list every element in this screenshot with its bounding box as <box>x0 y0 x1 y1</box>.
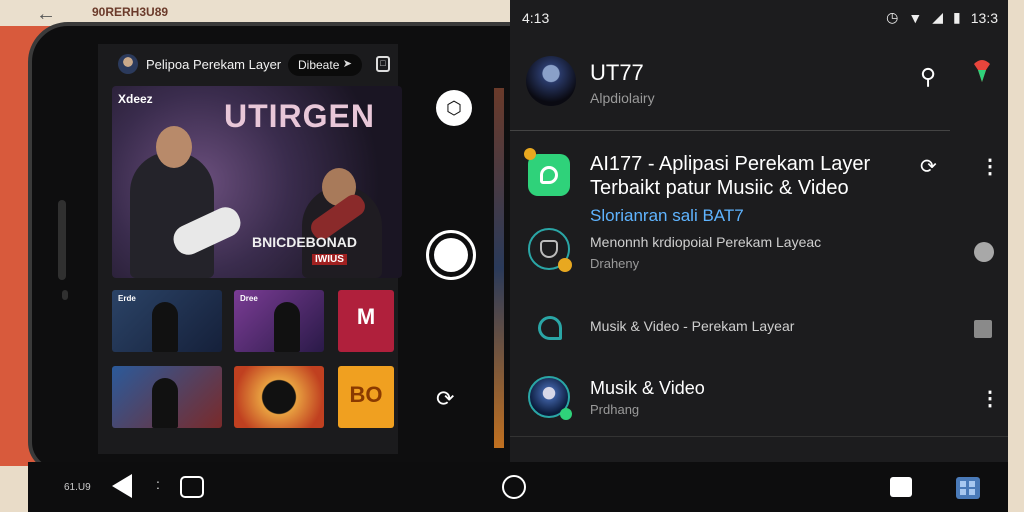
item-title-line2: Terbaikt patur Musiic & Video <box>590 177 849 199</box>
hero-guitarist-left <box>130 152 214 278</box>
bookmark-icon[interactable] <box>972 58 992 84</box>
left-app-pill-label: Dibeate <box>298 58 340 72</box>
notification-badge <box>524 148 536 160</box>
chevron-right-icon: ➤ <box>342 58 352 70</box>
item-link[interactable]: Slorianran sali BAT7 <box>590 206 744 226</box>
share-icon[interactable]: ⟳ <box>436 386 454 412</box>
background-top-label: 90RERH3U89 <box>92 5 169 19</box>
status-time: 4:13 <box>522 10 550 26</box>
settings-hexagon-icon[interactable]: ⬡ <box>436 90 472 126</box>
chat-bubble-icon <box>540 166 558 184</box>
hero-badge: IWIUS <box>312 254 347 265</box>
item-title-line1: AI177 - Aplipasi Perekam Layer <box>590 153 871 175</box>
hero-title: UTIRGEN <box>224 98 375 134</box>
header-divider <box>510 130 950 131</box>
phone-side-button <box>58 200 66 280</box>
status-clock: 13:3 <box>970 9 998 26</box>
channel-avatar[interactable] <box>526 56 576 106</box>
phone-side-dot <box>62 290 68 300</box>
channel-subtitle: Alpdiolairy <box>590 90 655 106</box>
thumbnail-tag: Erde <box>118 294 136 303</box>
search-icon[interactable]: ⚲ <box>920 64 936 90</box>
status-bar: 4:13 ◷ ▼ ◢ ▮ 13:3 <box>510 0 1008 36</box>
nav-back-icon[interactable] <box>112 474 132 498</box>
item-subtitle: Prdhang <box>590 402 640 417</box>
video-thumbnail-2[interactable]: Dree <box>234 290 324 352</box>
signal-icon: ◢ <box>932 9 944 25</box>
system-nav-bar: 61.U9 : <box>28 462 1008 512</box>
app-drawer-icon[interactable] <box>954 473 982 501</box>
channel-header: UT77 Alpdiolairy ⚲ <box>510 46 1008 126</box>
recorder-house-icon <box>540 240 558 258</box>
thumbnail-big-letter: BO <box>349 382 383 407</box>
record-shutter-inner <box>434 238 468 272</box>
thumbnail-big-letter: M <box>356 304 376 329</box>
background-right-edge <box>1008 0 1024 512</box>
recorder-ring-icon <box>528 228 572 272</box>
video-thumbnail-3[interactable]: M <box>338 290 394 352</box>
nav-overview-icon[interactable] <box>890 477 912 497</box>
left-app-screen: Pelipoa Perekam Layer Dibeate ➤ □ Xdeez … <box>98 44 402 454</box>
item-title: Musik & Video <box>590 378 705 398</box>
list-divider <box>510 436 1008 437</box>
hook-icon <box>528 308 570 350</box>
thumbnail-figure <box>152 302 178 352</box>
back-arrow-icon[interactable]: ← <box>36 3 56 26</box>
profile-photo <box>528 376 572 420</box>
online-badge <box>560 408 572 420</box>
thumbnail-figure <box>274 302 300 352</box>
camera-control-column: ⬡ ⟳ <box>404 44 504 454</box>
thumbnail-figure <box>152 378 178 428</box>
alarm-icon: ◷ <box>886 9 899 25</box>
thumbnail-tag: Dree <box>240 294 258 303</box>
more-options-icon[interactable]: ⋮ <box>980 386 1000 411</box>
left-app-pill-button[interactable]: Dibeate ➤ <box>288 54 362 76</box>
battery-icon: ▮ <box>953 9 961 25</box>
video-thumbnail-6[interactable]: BO <box>338 366 394 428</box>
nav-home-icon[interactable] <box>502 475 526 499</box>
status-dot-icon[interactable] <box>974 242 994 262</box>
item-title: Menonnh krdiopoial Perekam Layeac <box>590 234 822 250</box>
warning-badge <box>558 258 572 272</box>
item-subtitle: Draheny <box>590 256 640 271</box>
nav-recents-icon[interactable] <box>180 476 204 498</box>
video-thumbnail-5[interactable] <box>234 366 324 428</box>
more-options-icon[interactable]: ⋮ <box>980 154 1000 179</box>
stop-square-icon[interactable] <box>974 320 992 338</box>
wifi-icon: ▼ <box>908 9 923 26</box>
left-app-avatar[interactable] <box>118 54 138 74</box>
video-thumbnail-4[interactable] <box>112 366 222 428</box>
nav-left-text: 61.U9 <box>64 482 91 493</box>
hook-shape <box>538 316 562 340</box>
hero-subtitle: BNICDEBONAD <box>252 234 357 250</box>
video-thumbnail-1[interactable]: Erde <box>112 290 222 352</box>
hero-video-thumbnail[interactable]: Xdeez UTIRGEN BNICDEBONAD IWIUS <box>112 86 402 278</box>
app-chat-icon <box>524 148 570 196</box>
cast-icon[interactable]: □ <box>376 56 390 72</box>
item-title: Musik & Video - Perekam Layear <box>590 318 795 334</box>
hero-guitarist-left-head <box>156 126 192 168</box>
nav-colon: : <box>156 476 160 492</box>
left-app-title: Pelipoa Perekam Layer <box>146 56 282 72</box>
side-preview-strip <box>494 88 504 448</box>
record-shutter-button[interactable] <box>426 230 476 280</box>
status-icons: ◷ ▼ ◢ ▮ 13:3 <box>886 9 998 26</box>
app-details-panel: 4:13 ◷ ▼ ◢ ▮ 13:3 UT77 Alpdiolairy ⚲ AI1… <box>510 0 1008 462</box>
hero-tag: Xdeez <box>118 92 153 106</box>
share-icon[interactable]: ⟳ <box>920 154 937 179</box>
channel-title: UT77 <box>590 60 644 85</box>
